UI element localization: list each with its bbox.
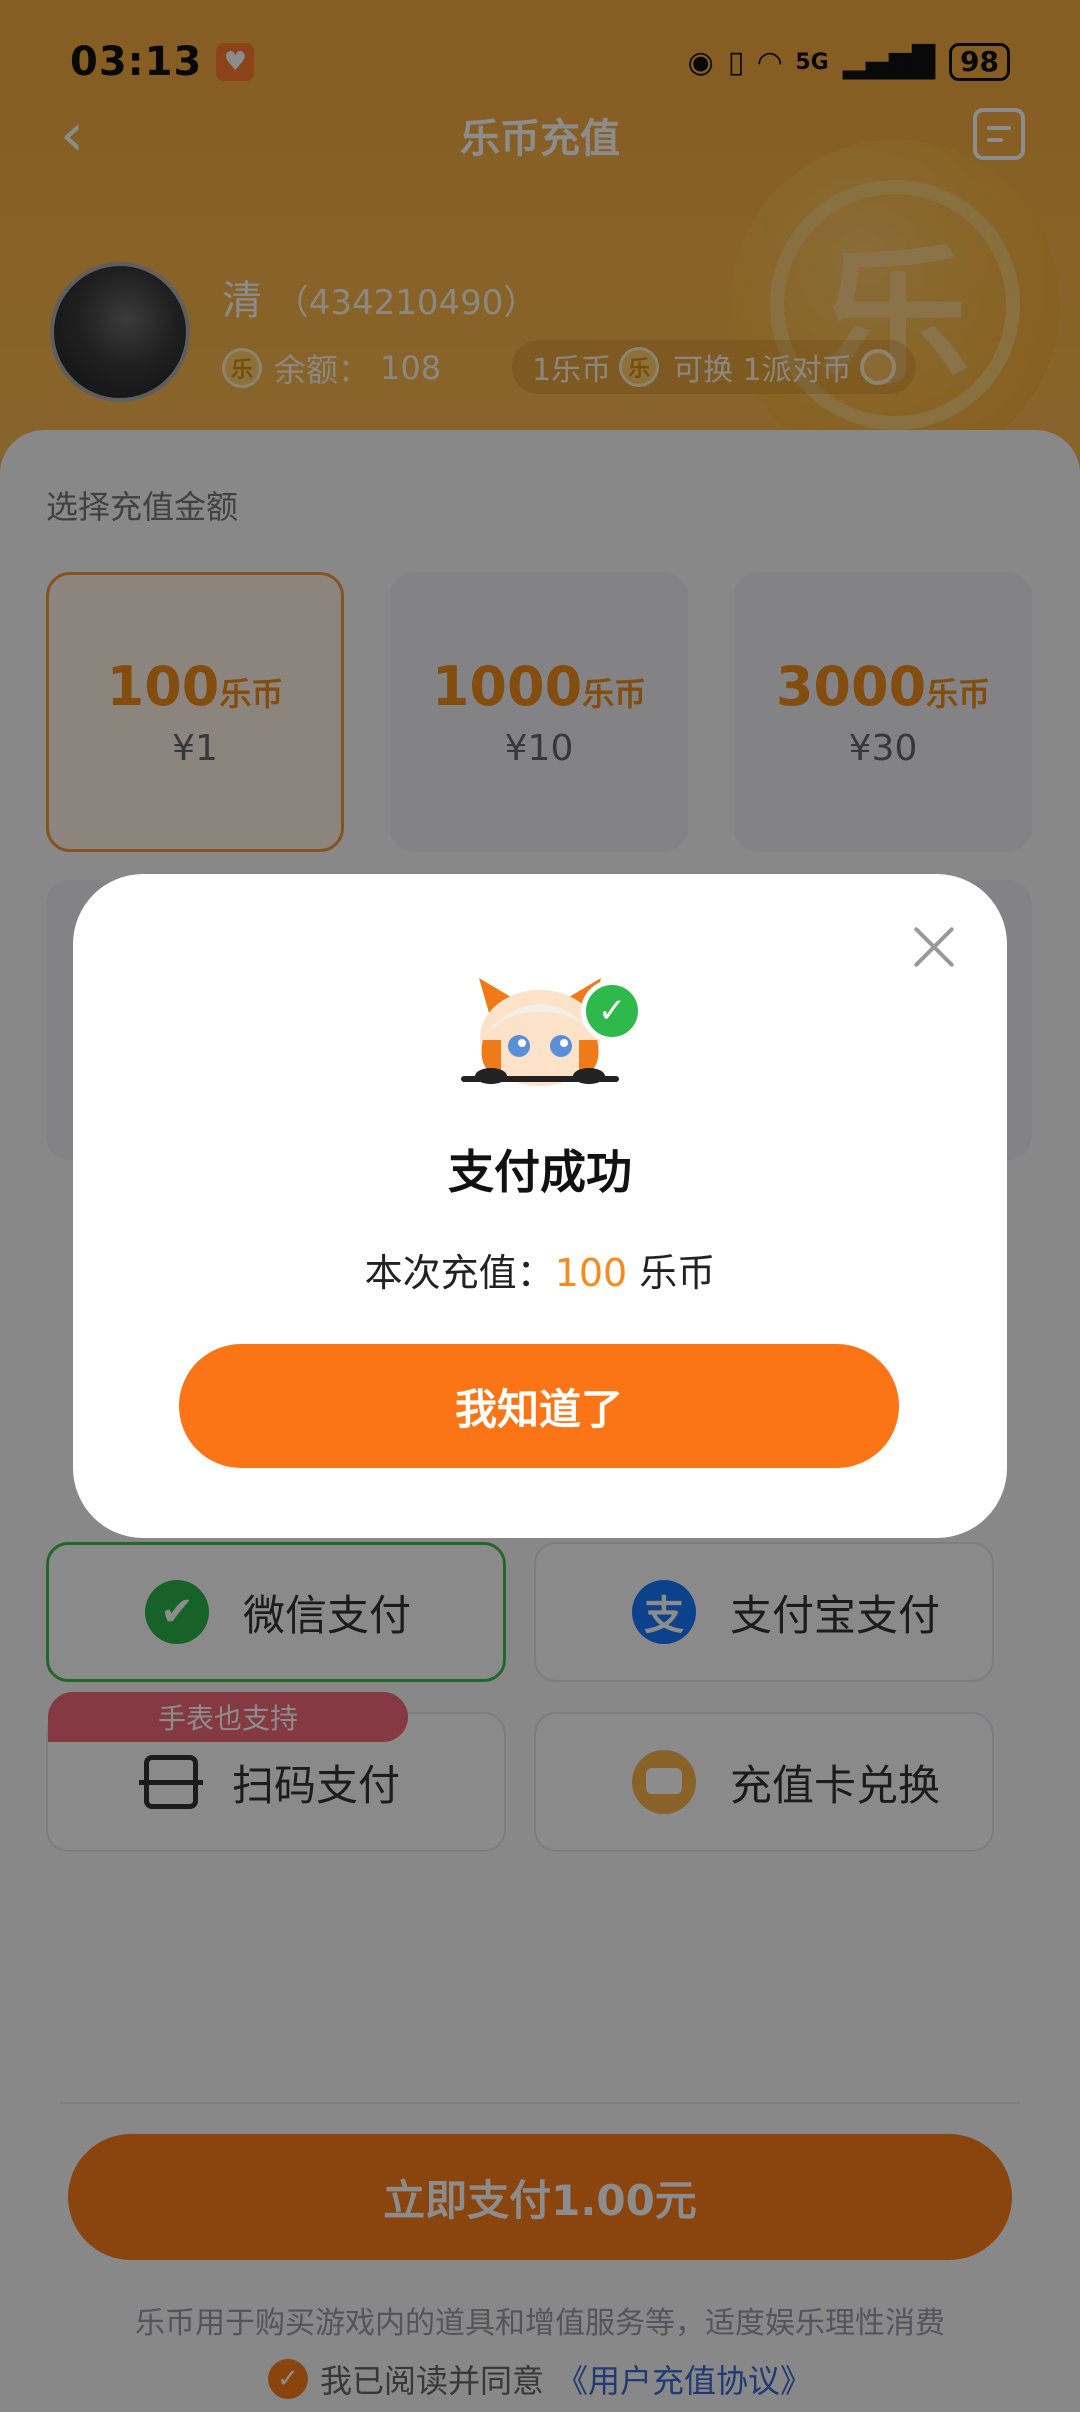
recharge-unit: 乐币 bbox=[627, 1251, 716, 1295]
confirm-button[interactable]: 我知道了 bbox=[179, 1344, 899, 1468]
recharge-label: 本次充值： bbox=[364, 1251, 555, 1295]
recharge-amount: 100 bbox=[554, 1251, 628, 1295]
close-icon[interactable] bbox=[911, 924, 957, 970]
dialog-title: 支付成功 bbox=[448, 1145, 632, 1199]
success-check-icon: ✓ bbox=[581, 980, 643, 1042]
dialog-subtitle: 本次充值：100 乐币 bbox=[73, 1242, 1007, 1297]
payment-success-dialog: ✓ 支付成功 本次充值：100 乐币 我知道了 bbox=[73, 874, 1007, 1538]
